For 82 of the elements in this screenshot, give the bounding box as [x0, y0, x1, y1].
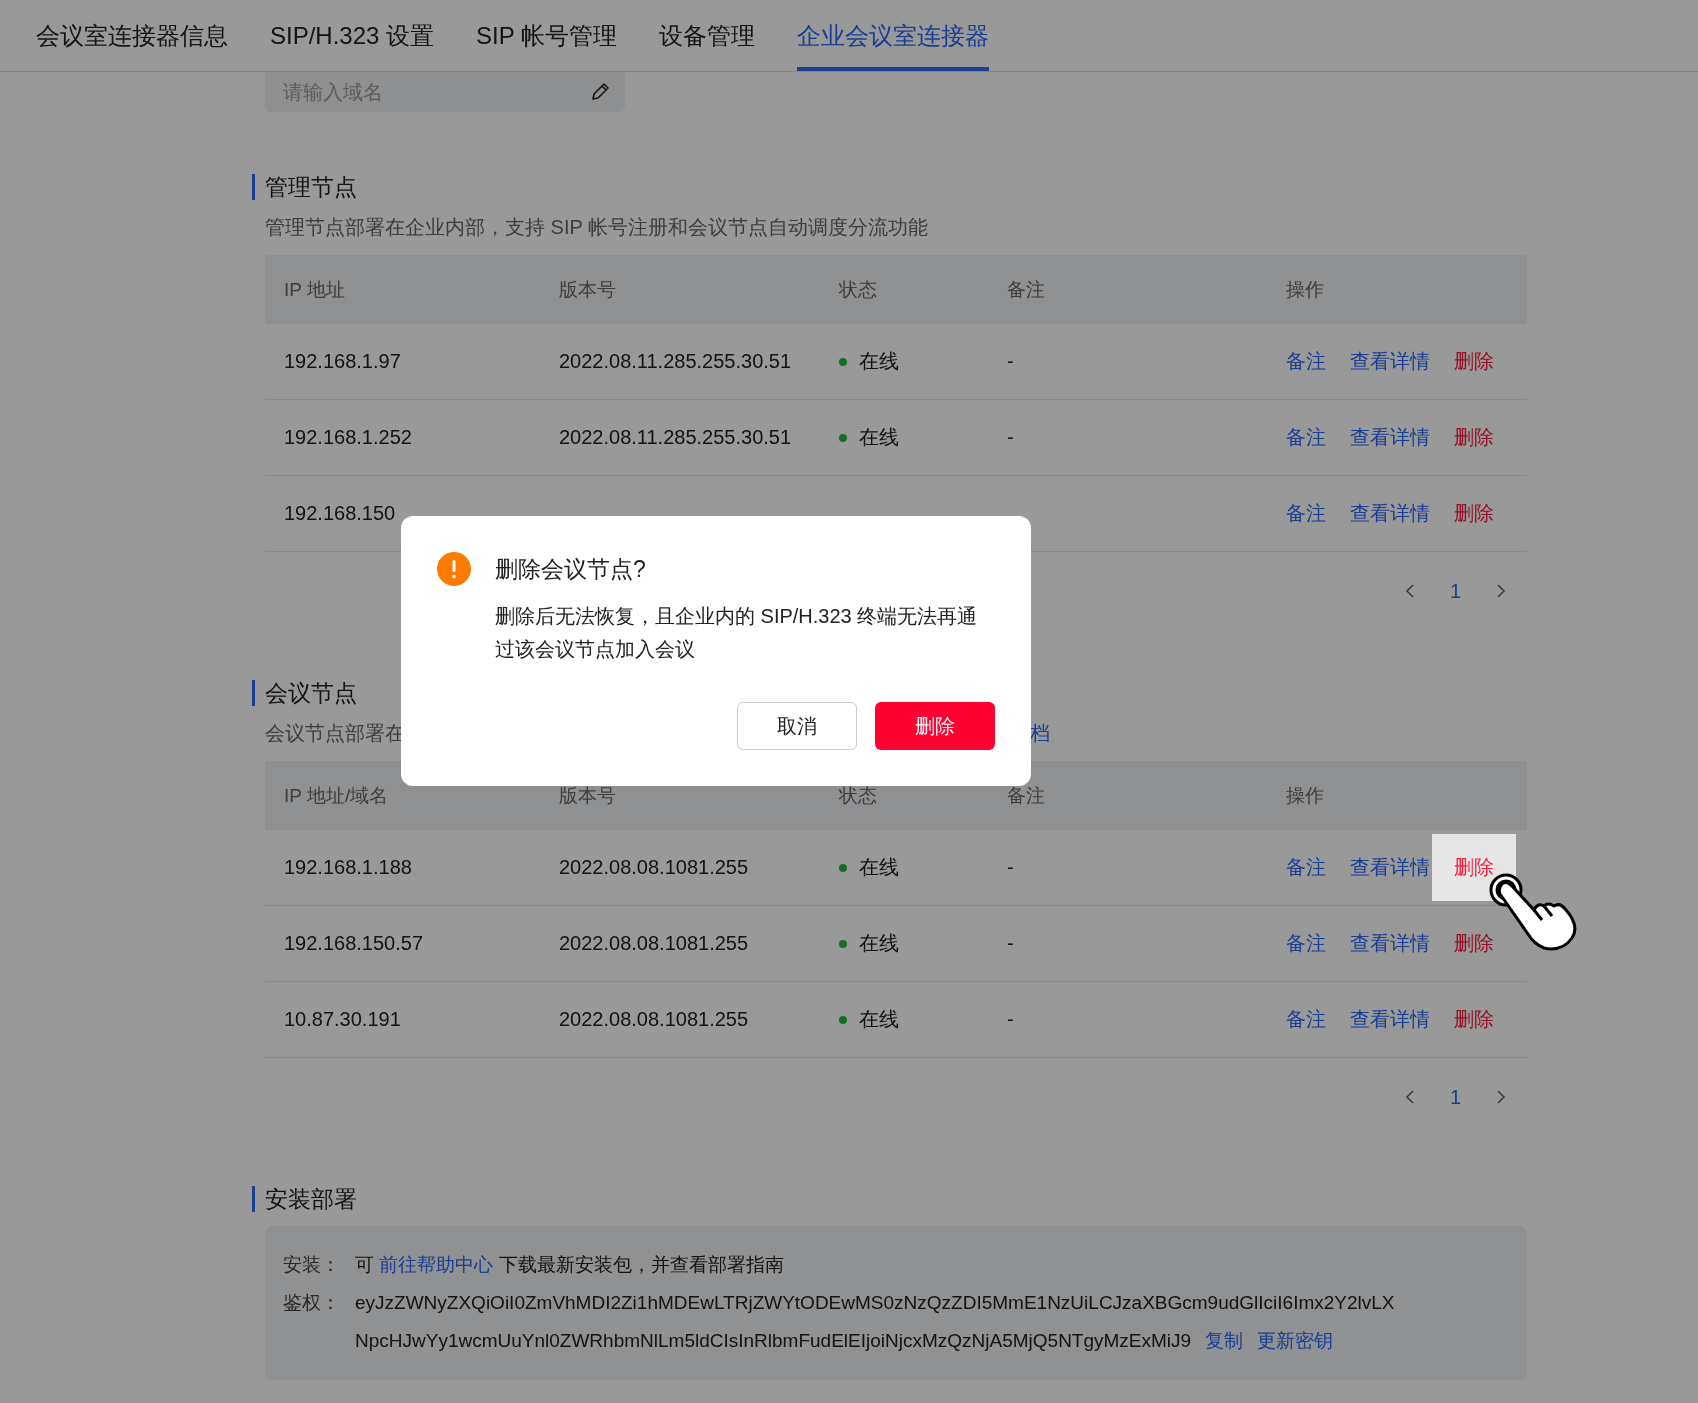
cancel-button[interactable]: 取消 — [737, 702, 857, 750]
section-description: 管理节点部署在企业内部，支持 SIP 帐号注册和会议节点自动调度分流功能 — [265, 215, 928, 240]
action-link[interactable]: 查看详情 — [1350, 930, 1430, 957]
previous-page-icon[interactable] — [1403, 1089, 1416, 1105]
ip-cell-text: 192.168.150.57 — [284, 932, 425, 955]
ip-cell-text: 192.168.150 — [284, 502, 397, 525]
auth-token: NpcHJwYy1wcmUuYnl0ZWRhbmNlLm5ldCIsInRlbmFudElEIjoiNjcxMzQzNjA5MjQ5NTgyMzExMiJ9 — [355, 1330, 1192, 1351]
warning-icon — [437, 552, 471, 586]
column-header: 操作 — [1286, 277, 1325, 302]
column-header: 操作 — [1286, 783, 1325, 808]
action-link[interactable]: 查看详情 — [1350, 500, 1430, 527]
status-dot-icon — [839, 433, 847, 442]
delete-link[interactable]: 删除 — [1454, 930, 1494, 957]
edit-icon[interactable] — [589, 81, 611, 103]
ip-cell-text: 192.168.1.188 — [284, 856, 413, 879]
note-cell: - — [1007, 856, 1014, 879]
column-header: IP 地址 — [284, 277, 346, 302]
dialog-title: 删除会议节点? — [495, 554, 646, 584]
column-header: 版本号 — [559, 783, 617, 808]
status-dot-icon — [839, 939, 847, 948]
action-link[interactable]: 备注 — [1286, 930, 1326, 957]
next-page-icon[interactable] — [1495, 1089, 1507, 1105]
status-dot-icon — [839, 863, 847, 872]
delete-button[interactable]: 删除 — [875, 702, 995, 750]
tab[interactable]: 设备管理 — [659, 0, 755, 71]
auth-link[interactable]: 更新密钥 — [1257, 1330, 1334, 1351]
action-link[interactable]: 查看详情 — [1350, 1006, 1430, 1033]
status-dot-icon — [839, 1015, 847, 1024]
status-text: 在线 — [859, 931, 899, 956]
docs-link[interactable]: 档 — [1030, 720, 1050, 747]
section-title: 管理节点 — [252, 174, 1527, 200]
note-cell: - — [1007, 426, 1014, 449]
install-text: 可 前往帮助中心 下载最新安装包，并查看部署指南 — [355, 1253, 784, 1277]
ip-cell-text: 192.168.1.252 — [284, 426, 413, 449]
action-link[interactable]: 备注 — [1286, 854, 1326, 881]
ip-cell-text: 192.168.1.97 — [284, 350, 402, 373]
dialog-message: 删除后无法恢复，且企业内的 SIP/H.323 终端无法再通过该会议节点加入会议 — [495, 604, 979, 662]
tab[interactable]: 企业会议室连接器 — [797, 0, 989, 71]
version-cell: 2022.08.11.285.255.30.51 — [559, 350, 792, 373]
version-cell: 2022.08.11.285.255.30.51 — [559, 426, 792, 449]
auth-token: eyJzZWNyZXQiOiI0ZmVhMDI2Zi1hMDEwLTRjZWYtODEwMS0zNzQzZDI5MmE1NzUiLCJzaXBGcm9udGlIciI6Imx2Y2lvLX — [355, 1292, 1395, 1313]
help-center-link[interactable]: 前往帮助中心 — [379, 1254, 494, 1275]
note-cell: - — [1007, 1008, 1014, 1031]
status-text: 在线 — [859, 425, 899, 450]
column-header: IP 地址/域名 — [284, 783, 390, 808]
status-text: 在线 — [859, 349, 899, 374]
delete-link[interactable]: 删除 — [1454, 424, 1494, 451]
previous-page-icon[interactable] — [1403, 583, 1416, 599]
delete-link[interactable]: 删除 — [1454, 348, 1494, 375]
tab[interactable]: SIP/H.323 设置 — [270, 0, 435, 71]
auth-link[interactable]: 复制 — [1205, 1330, 1244, 1351]
delete-link[interactable]: 删除 — [1454, 1006, 1494, 1033]
column-header: 状态 — [839, 277, 878, 302]
action-link[interactable]: 备注 — [1286, 348, 1326, 375]
note-cell: - — [1007, 932, 1014, 955]
delete-link[interactable]: 删除 — [1454, 500, 1494, 527]
status-text: 在线 — [859, 855, 899, 880]
section-title: 安装部署 — [252, 1186, 1527, 1212]
tab[interactable]: SIP 帐号管理 — [476, 0, 617, 71]
column-header: 备注 — [1007, 783, 1046, 808]
version-cell: 2022.08.08.1081.255 — [559, 1008, 749, 1031]
next-page-icon[interactable] — [1495, 583, 1507, 599]
version-cell: 2022.08.08.1081.255 — [559, 932, 749, 955]
status-text: 在线 — [859, 1007, 899, 1032]
action-link[interactable]: 查看详情 — [1350, 424, 1430, 451]
page-button[interactable]: 1 — [1443, 578, 1467, 604]
note-cell: - — [1007, 350, 1014, 373]
action-link[interactable]: 备注 — [1286, 500, 1326, 527]
column-header: 版本号 — [559, 277, 617, 302]
ip-cell-text: 10.87.30.191 — [284, 1008, 402, 1031]
column-header: 备注 — [1007, 277, 1046, 302]
install-label: 安装： — [283, 1253, 341, 1277]
action-link[interactable]: 备注 — [1286, 424, 1326, 451]
auth-label: 鉴权： — [283, 1291, 341, 1315]
action-link[interactable]: 备注 — [1286, 1006, 1326, 1033]
action-link[interactable]: 查看详情 — [1350, 348, 1430, 375]
tab[interactable]: 会议室连接器信息 — [36, 0, 228, 71]
version-cell: 2022.08.08.1081.255 — [559, 856, 749, 879]
column-header: 状态 — [839, 783, 878, 808]
action-link[interactable]: 查看详情 — [1350, 854, 1430, 881]
page-button[interactable]: 1 — [1443, 1084, 1467, 1110]
status-dot-icon — [839, 357, 847, 366]
